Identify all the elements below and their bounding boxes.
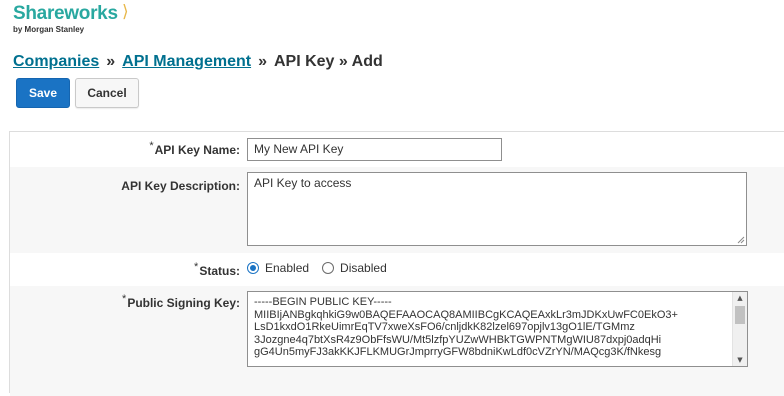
breadcrumb: Companies » API Management » API Key » Add xyxy=(13,53,383,71)
scroll-up-arrow-icon[interactable]: ▲ xyxy=(733,292,747,304)
status-disabled-radio[interactable] xyxy=(322,262,335,274)
api-key-form: *API Key Name: My New API Key API Key De… xyxy=(9,131,784,396)
status-radio-group: Enabled Disabled xyxy=(247,261,400,275)
required-marker: * xyxy=(122,293,127,305)
shareworks-logo[interactable]: Shareworks by Morgan Stanley xyxy=(13,3,118,35)
breadcrumb-separator: » xyxy=(106,53,116,70)
status-label: *Status: xyxy=(194,261,240,278)
logo-wordmark: Shareworks xyxy=(13,3,118,24)
api-key-description-textarea[interactable]: API Key to access xyxy=(247,172,747,246)
required-marker: * xyxy=(194,261,199,273)
api-key-description-label: API Key Description: xyxy=(121,179,240,193)
required-marker: * xyxy=(149,140,154,152)
logo-chevron-icon: ⟩ xyxy=(122,2,129,22)
form-row-api-key-name: *API Key Name: My New API Key xyxy=(10,132,784,168)
breadcrumb-separator: » xyxy=(258,53,267,70)
public-signing-key-label: *Public Signing Key: xyxy=(122,293,240,310)
status-enabled-radio[interactable] xyxy=(247,262,259,274)
form-row-public-signing-key: *Public Signing Key: -----BEGIN PUBLIC K… xyxy=(10,286,784,396)
scroll-thumb[interactable] xyxy=(735,306,745,324)
form-row-status: *Status: Enabled Disabled xyxy=(10,253,784,287)
form-row-api-key-description: API Key Description: API Key to access xyxy=(10,167,784,254)
textarea-scrollbar[interactable]: ▲ ▼ xyxy=(732,292,747,366)
logo-byline: by Morgan Stanley xyxy=(13,25,85,34)
cancel-button[interactable]: Cancel xyxy=(75,78,139,108)
save-button[interactable]: Save xyxy=(16,78,70,108)
api-key-name-input[interactable]: My New API Key xyxy=(247,138,502,161)
public-signing-key-textarea[interactable]: -----BEGIN PUBLIC KEY----- MIIBIjANBgkqh… xyxy=(247,291,748,367)
breadcrumb-link-api-management[interactable]: API Management xyxy=(122,53,251,70)
scroll-down-arrow-icon[interactable]: ▼ xyxy=(733,354,747,366)
breadcrumb-link-companies[interactable]: Companies xyxy=(13,53,99,70)
breadcrumb-current: API Key » Add xyxy=(273,53,383,70)
api-key-description-value: API Key to access xyxy=(254,176,352,190)
status-enabled-label[interactable]: Enabled xyxy=(265,261,309,275)
status-disabled-label[interactable]: Disabled xyxy=(340,261,387,275)
public-signing-key-value: -----BEGIN PUBLIC KEY----- MIIBIjANBgkqh… xyxy=(254,296,678,359)
api-key-name-label: *API Key Name: xyxy=(149,140,240,157)
resize-handle-icon[interactable] xyxy=(737,236,745,244)
